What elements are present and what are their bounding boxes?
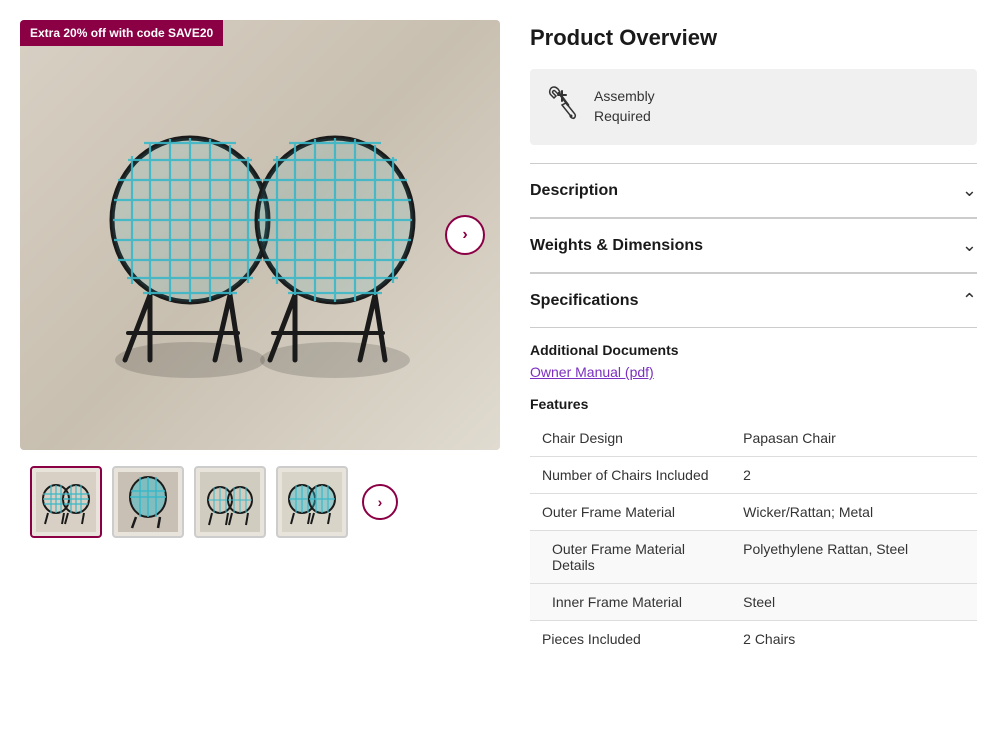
specifications-header-title: Specifications xyxy=(530,292,638,310)
main-image xyxy=(20,20,500,450)
thumbnails-next-button[interactable]: › xyxy=(362,484,398,520)
promo-badge: Extra 20% off with code SAVE20 xyxy=(20,20,223,46)
weights-section: Weights & Dimensions ⌄ xyxy=(530,218,977,273)
table-row: Inner Frame MaterialSteel xyxy=(530,584,977,621)
specifications-section: Specifications ⌃ Additional Documents Ow… xyxy=(530,273,977,657)
weights-header-title: Weights & Dimensions xyxy=(530,237,703,255)
weights-chevron-icon: ⌄ xyxy=(962,235,977,256)
thumbnail-1[interactable] xyxy=(30,466,102,538)
main-image-wrapper: Extra 20% off with code SAVE20 xyxy=(20,20,500,450)
table-row: Chair DesignPapasan Chair xyxy=(530,420,977,457)
table-row: Number of Chairs Included2 xyxy=(530,457,977,494)
feature-value: Polyethylene Rattan, Steel xyxy=(731,531,977,584)
additional-docs-label: Additional Documents xyxy=(530,342,977,358)
thumbnail-2[interactable] xyxy=(112,466,184,538)
left-column: Extra 20% off with code SAVE20 xyxy=(20,20,500,728)
description-section: Description ⌄ xyxy=(530,163,977,218)
feature-key: Chair Design xyxy=(530,420,731,457)
specifications-chevron-icon: ⌃ xyxy=(962,290,977,311)
features-label: Features xyxy=(530,396,977,412)
page-container: Extra 20% off with code SAVE20 xyxy=(0,0,997,748)
assembly-text: Assembly Required xyxy=(594,87,655,126)
specifications-accordion-header[interactable]: Specifications ⌃ xyxy=(530,274,977,328)
description-header-title: Description xyxy=(530,182,618,200)
table-row: Outer Frame Material DetailsPolyethylene… xyxy=(530,531,977,584)
product-overview-title: Product Overview xyxy=(530,25,977,51)
description-chevron-icon: ⌄ xyxy=(962,180,977,201)
assembly-box: Assembly Required xyxy=(530,69,977,145)
feature-key: Inner Frame Material xyxy=(530,584,731,621)
feature-value: 2 Chairs xyxy=(731,621,977,658)
thumbnail-4[interactable] xyxy=(276,466,348,538)
feature-key: Number of Chairs Included xyxy=(530,457,731,494)
thumbnails-row: › xyxy=(20,466,500,538)
feature-key: Outer Frame Material Details xyxy=(530,531,731,584)
feature-value: 2 xyxy=(731,457,977,494)
table-row: Pieces Included2 Chairs xyxy=(530,621,977,658)
owner-manual-link[interactable]: Owner Manual (pdf) xyxy=(530,364,654,380)
chairs-illustration xyxy=(70,65,450,405)
main-image-next-button[interactable]: › xyxy=(445,215,485,255)
specifications-content: Additional Documents Owner Manual (pdf) … xyxy=(530,328,977,657)
table-row: Outer Frame MaterialWicker/Rattan; Metal xyxy=(530,494,977,531)
description-accordion-header[interactable]: Description ⌄ xyxy=(530,164,977,218)
feature-value: Wicker/Rattan; Metal xyxy=(731,494,977,531)
thumbnail-3[interactable] xyxy=(194,466,266,538)
features-table: Chair DesignPapasan ChairNumber of Chair… xyxy=(530,420,977,657)
feature-key: Outer Frame Material xyxy=(530,494,731,531)
assembly-icon xyxy=(548,85,580,129)
feature-value: Steel xyxy=(731,584,977,621)
right-column: Product Overview Assembly Required xyxy=(530,20,977,728)
weights-accordion-header[interactable]: Weights & Dimensions ⌄ xyxy=(530,219,977,273)
feature-key: Pieces Included xyxy=(530,621,731,658)
feature-value: Papasan Chair xyxy=(731,420,977,457)
